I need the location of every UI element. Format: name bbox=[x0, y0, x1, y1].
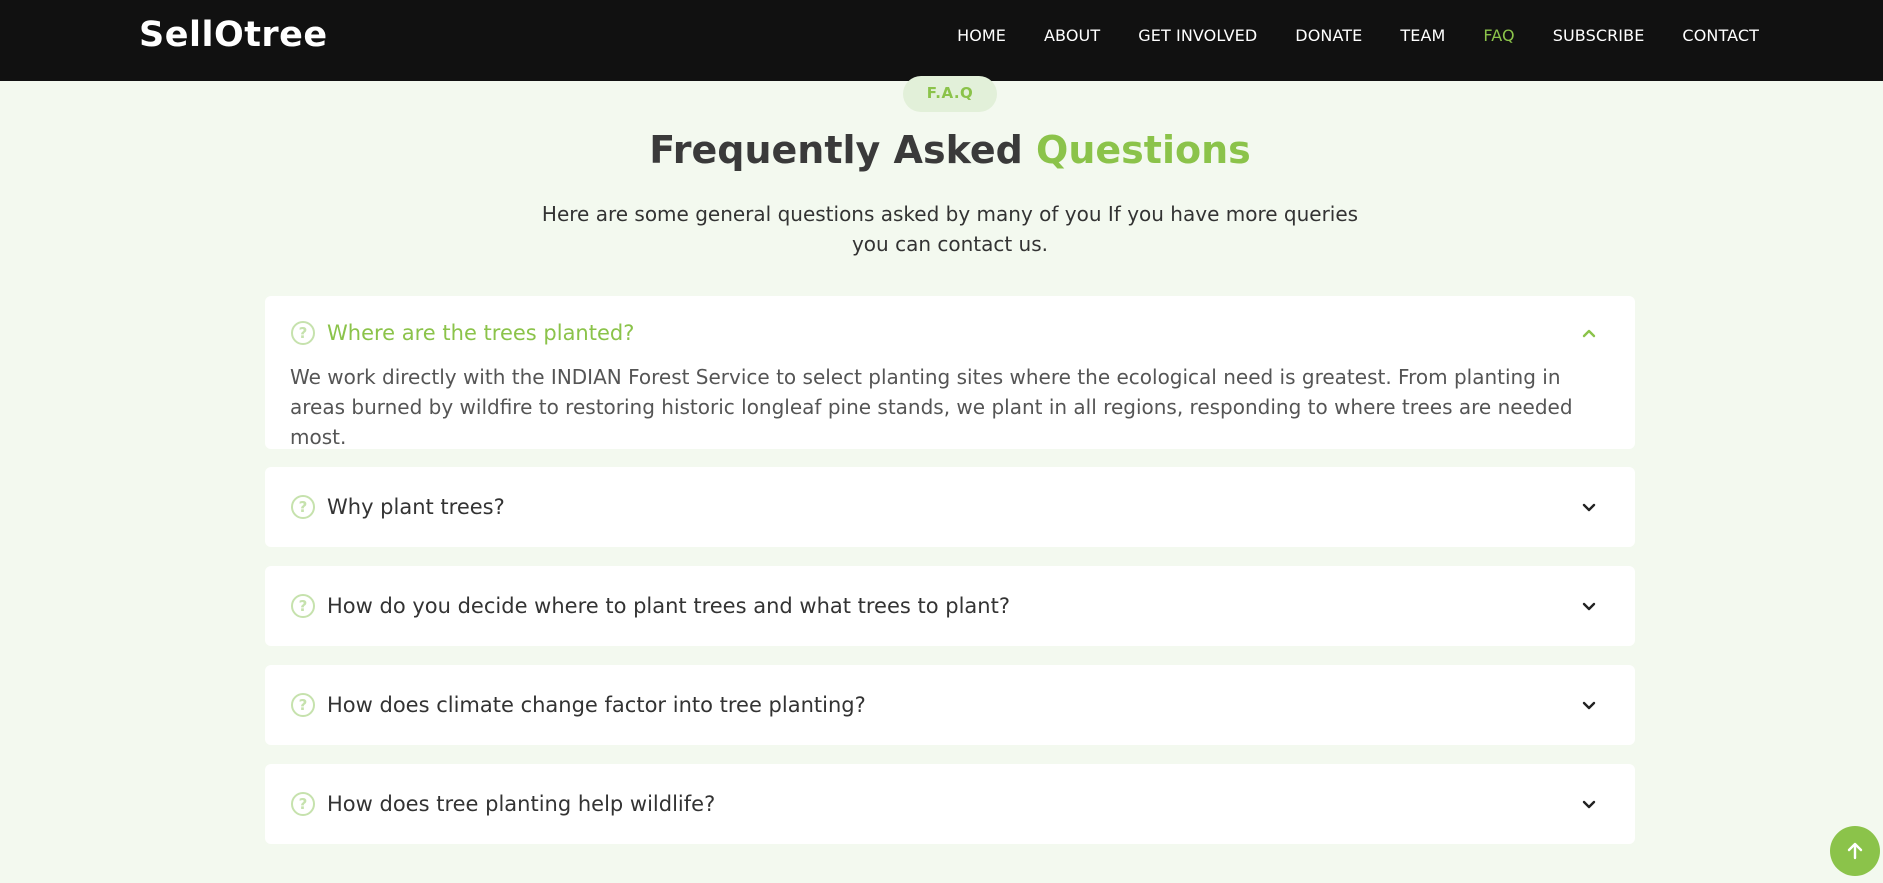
nav-donate[interactable]: DONATE bbox=[1295, 26, 1362, 45]
faq-question: Where are the trees planted? bbox=[327, 321, 635, 345]
faq-question: How do you decide where to plant trees a… bbox=[327, 594, 1010, 618]
section-subtitle: Here are some general questions asked by… bbox=[541, 202, 1359, 256]
back-to-top-button[interactable] bbox=[1830, 826, 1880, 876]
section-badge: F.A.Q bbox=[903, 76, 997, 112]
faq-answer: We work directly with the INDIAN Forest … bbox=[290, 365, 1573, 449]
nav-subscribe[interactable]: SUBSCRIBE bbox=[1553, 26, 1645, 45]
faq-item[interactable]: ? Where are the trees planted? We work d… bbox=[265, 296, 1635, 449]
faq-item[interactable]: ? Why plant trees? bbox=[265, 467, 1635, 547]
question-circle-icon: ? bbox=[291, 792, 315, 816]
faq-question-row[interactable]: ? How does climate change factor into tr… bbox=[291, 690, 1599, 720]
arrow-up-icon bbox=[1847, 842, 1863, 860]
chevron-up-icon[interactable] bbox=[1579, 323, 1599, 343]
faq-question-row[interactable]: ? Why plant trees? bbox=[291, 492, 1599, 522]
brand-logo[interactable]: SellOtree bbox=[139, 15, 328, 55]
page-title: Frequently Asked Questions bbox=[0, 128, 1883, 172]
faq-item[interactable]: ? How does climate change factor into tr… bbox=[265, 665, 1635, 745]
nav-get-involved[interactable]: GET INVOLVED bbox=[1138, 26, 1257, 45]
nav-about[interactable]: ABOUT bbox=[1044, 26, 1100, 45]
chevron-down-icon[interactable] bbox=[1579, 497, 1599, 517]
faq-question: How does climate change factor into tree… bbox=[327, 693, 866, 717]
faq-item[interactable]: ? How does tree planting help wildlife? bbox=[265, 764, 1635, 844]
nav-team[interactable]: TEAM bbox=[1400, 26, 1445, 45]
chevron-down-icon[interactable] bbox=[1579, 695, 1599, 715]
navbar: SellOtree HOME ABOUT GET INVOLVED DONATE… bbox=[0, 0, 1883, 81]
nav-contact[interactable]: CONTACT bbox=[1682, 26, 1759, 45]
faq-question-row[interactable]: ? How do you decide where to plant trees… bbox=[291, 591, 1599, 621]
chevron-down-icon[interactable] bbox=[1579, 794, 1599, 814]
nav-home[interactable]: HOME bbox=[957, 26, 1006, 45]
nav-faq[interactable]: FAQ bbox=[1483, 26, 1514, 45]
title-accent: Questions bbox=[1036, 128, 1251, 172]
faq-question: Why plant trees? bbox=[327, 495, 505, 519]
faq-question-row[interactable]: ? Where are the trees planted? bbox=[291, 318, 1599, 348]
main-nav: HOME ABOUT GET INVOLVED DONATE TEAM FAQ … bbox=[957, 26, 1759, 45]
question-circle-icon: ? bbox=[291, 495, 315, 519]
title-main: Frequently Asked bbox=[649, 128, 1037, 172]
question-circle-icon: ? bbox=[291, 321, 315, 345]
question-circle-icon: ? bbox=[291, 693, 315, 717]
faq-item[interactable]: ? How do you decide where to plant trees… bbox=[265, 566, 1635, 646]
faq-question: How does tree planting help wildlife? bbox=[327, 792, 716, 816]
faq-question-row[interactable]: ? How does tree planting help wildlife? bbox=[291, 789, 1599, 819]
chevron-down-icon[interactable] bbox=[1579, 596, 1599, 616]
question-circle-icon: ? bbox=[291, 594, 315, 618]
